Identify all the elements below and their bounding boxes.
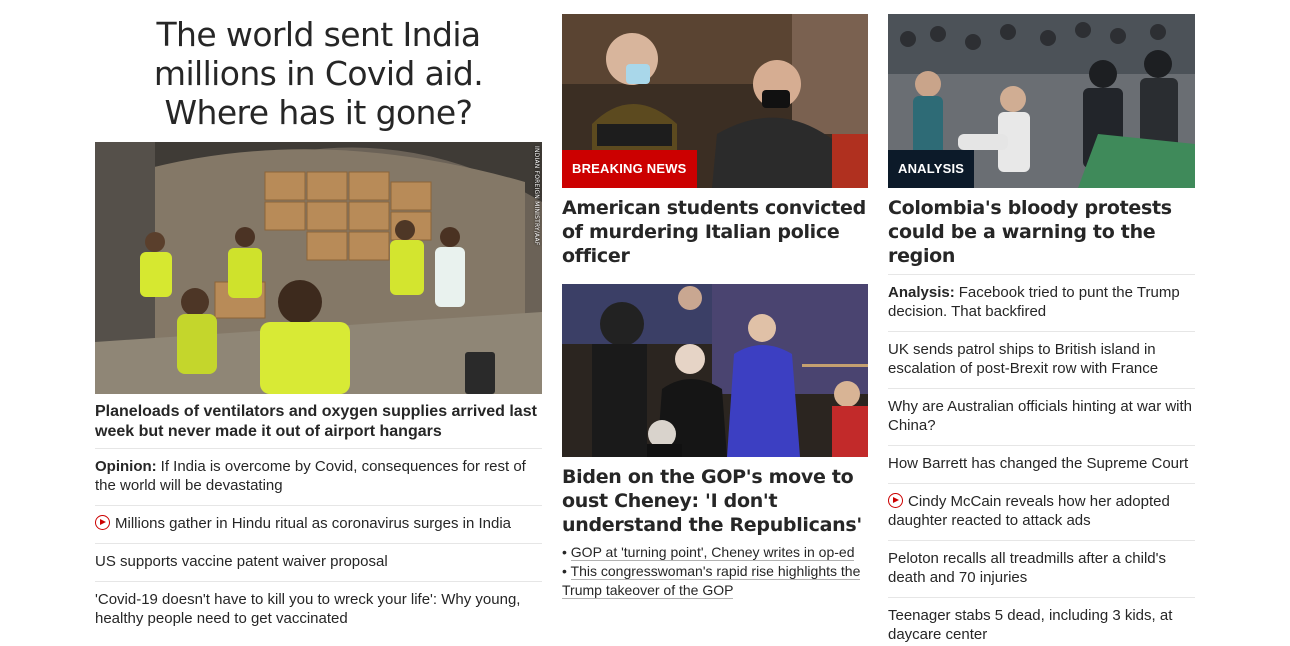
opinion-link[interactable]: Opinion: If India is overcome by Covid, c…	[95, 458, 526, 494]
photo-credit: INDIAN FOREIGN MINISTRY/AAF	[533, 146, 540, 246]
story-bullets: • GOP at 'turning point', Cheney writes …	[562, 543, 868, 600]
cargo-plane-photo	[95, 142, 542, 394]
story-link[interactable]: How Barrett has changed the Supreme Cour…	[888, 455, 1188, 472]
video-link[interactable]: Cindy McCain reveals how her adopted dau…	[888, 493, 1170, 529]
link-text: If India is overcome by Covid, consequen…	[95, 458, 526, 494]
story-card-analysis: ANALYSIS Colombia's bloody protests coul…	[888, 14, 1195, 274]
story-image[interactable]	[562, 284, 868, 457]
lead-story-column: The world sent India millions in Covid a…	[95, 14, 542, 638]
lead-headline-link[interactable]: The world sent India millions in Covid a…	[103, 15, 534, 132]
list-item[interactable]: Why are Australian officials hinting at …	[888, 388, 1195, 445]
lead-related-links: Opinion: If India is overcome by Covid, c…	[95, 448, 542, 638]
right-column: ANALYSIS Colombia's bloody protests coul…	[888, 14, 1195, 646]
story-headline-link[interactable]: Colombia's bloody protests could be a wa…	[888, 196, 1195, 268]
story-headline-link[interactable]: Biden on the GOP's move to oust Cheney: …	[562, 465, 868, 537]
breaking-news-label: BREAKING NEWS	[562, 150, 697, 188]
center-column: BREAKING NEWS American students convicte…	[562, 14, 868, 600]
list-item[interactable]: Cindy McCain reveals how her adopted dau…	[888, 483, 1195, 540]
list-item[interactable]: 'Covid-19 doesn't have to kill you to wr…	[95, 581, 542, 638]
bullet-link[interactable]: This congresswoman's rapid rise highligh…	[562, 563, 861, 599]
link-text: Millions gather in Hindu ritual as coron…	[115, 515, 512, 532]
story-headline[interactable]: Biden on the GOP's move to oust Cheney: …	[562, 465, 868, 537]
analysis-label: ANALYSIS	[888, 150, 975, 188]
lead-subhead[interactable]: Planeloads of ventilators and oxygen sup…	[95, 402, 542, 448]
story-link[interactable]: US supports vaccine patent waiver propos…	[95, 553, 388, 570]
story-link[interactable]: UK sends patrol ships to British island …	[888, 341, 1158, 377]
bullet-link[interactable]: GOP at 'turning point', Cheney writes in…	[570, 544, 855, 561]
lead-image[interactable]: INDIAN FOREIGN MINISTRY/AAF	[95, 142, 542, 394]
list-item[interactable]: Millions gather in Hindu ritual as coron…	[95, 505, 542, 543]
lead-subhead-link[interactable]: Planeloads of ventilators and oxygen sup…	[95, 402, 542, 442]
video-link[interactable]: Millions gather in Hindu ritual as coron…	[95, 515, 511, 532]
list-item[interactable]: US supports vaccine patent waiver propos…	[95, 543, 542, 581]
story-headline[interactable]: Colombia's bloody protests could be a wa…	[888, 196, 1195, 274]
kicker-opinion: Opinion:	[95, 458, 157, 475]
list-item[interactable]: • This congresswoman's rapid rise highli…	[562, 562, 868, 600]
story-image[interactable]: BREAKING NEWS	[562, 14, 868, 188]
kicker-analysis: Analysis:	[888, 284, 955, 301]
story-card-breaking: BREAKING NEWS American students convicte…	[562, 14, 868, 268]
story-link[interactable]: Peloton recalls all treadmills after a c…	[888, 550, 1166, 586]
list-item[interactable]: UK sends patrol ships to British island …	[888, 331, 1195, 388]
list-item[interactable]: Teenager stabs 5 dead, including 3 kids,…	[888, 597, 1195, 646]
story-card-cheney: Biden on the GOP's move to oust Cheney: …	[562, 284, 868, 600]
lead-headline[interactable]: The world sent India millions in Covid a…	[95, 15, 542, 142]
story-headline-link[interactable]: American students convicted of murdering…	[562, 196, 868, 268]
story-headline[interactable]: American students convicted of murdering…	[562, 196, 868, 268]
list-item[interactable]: Opinion: If India is overcome by Covid, c…	[95, 448, 542, 505]
story-link[interactable]: 'Covid-19 doesn't have to kill you to wr…	[95, 591, 520, 627]
right-related-links: Analysis: Facebook tried to punt the Trum…	[888, 274, 1195, 646]
list-item[interactable]: Peloton recalls all treadmills after a c…	[888, 540, 1195, 597]
analysis-link[interactable]: Analysis: Facebook tried to punt the Trum…	[888, 284, 1180, 320]
story-link[interactable]: Why are Australian officials hinting at …	[888, 398, 1192, 434]
play-icon	[888, 493, 903, 508]
list-item[interactable]: • GOP at 'turning point', Cheney writes …	[562, 543, 868, 562]
list-item[interactable]: Analysis: Facebook tried to punt the Trum…	[888, 274, 1195, 331]
story-image[interactable]: ANALYSIS	[888, 14, 1195, 188]
capitol-chamber-photo	[562, 284, 868, 457]
play-icon	[95, 515, 110, 530]
list-item[interactable]: How Barrett has changed the Supreme Cour…	[888, 445, 1195, 483]
story-link[interactable]: Teenager stabs 5 dead, including 3 kids,…	[888, 607, 1172, 643]
link-text: Cindy McCain reveals how her adopted dau…	[888, 493, 1170, 529]
